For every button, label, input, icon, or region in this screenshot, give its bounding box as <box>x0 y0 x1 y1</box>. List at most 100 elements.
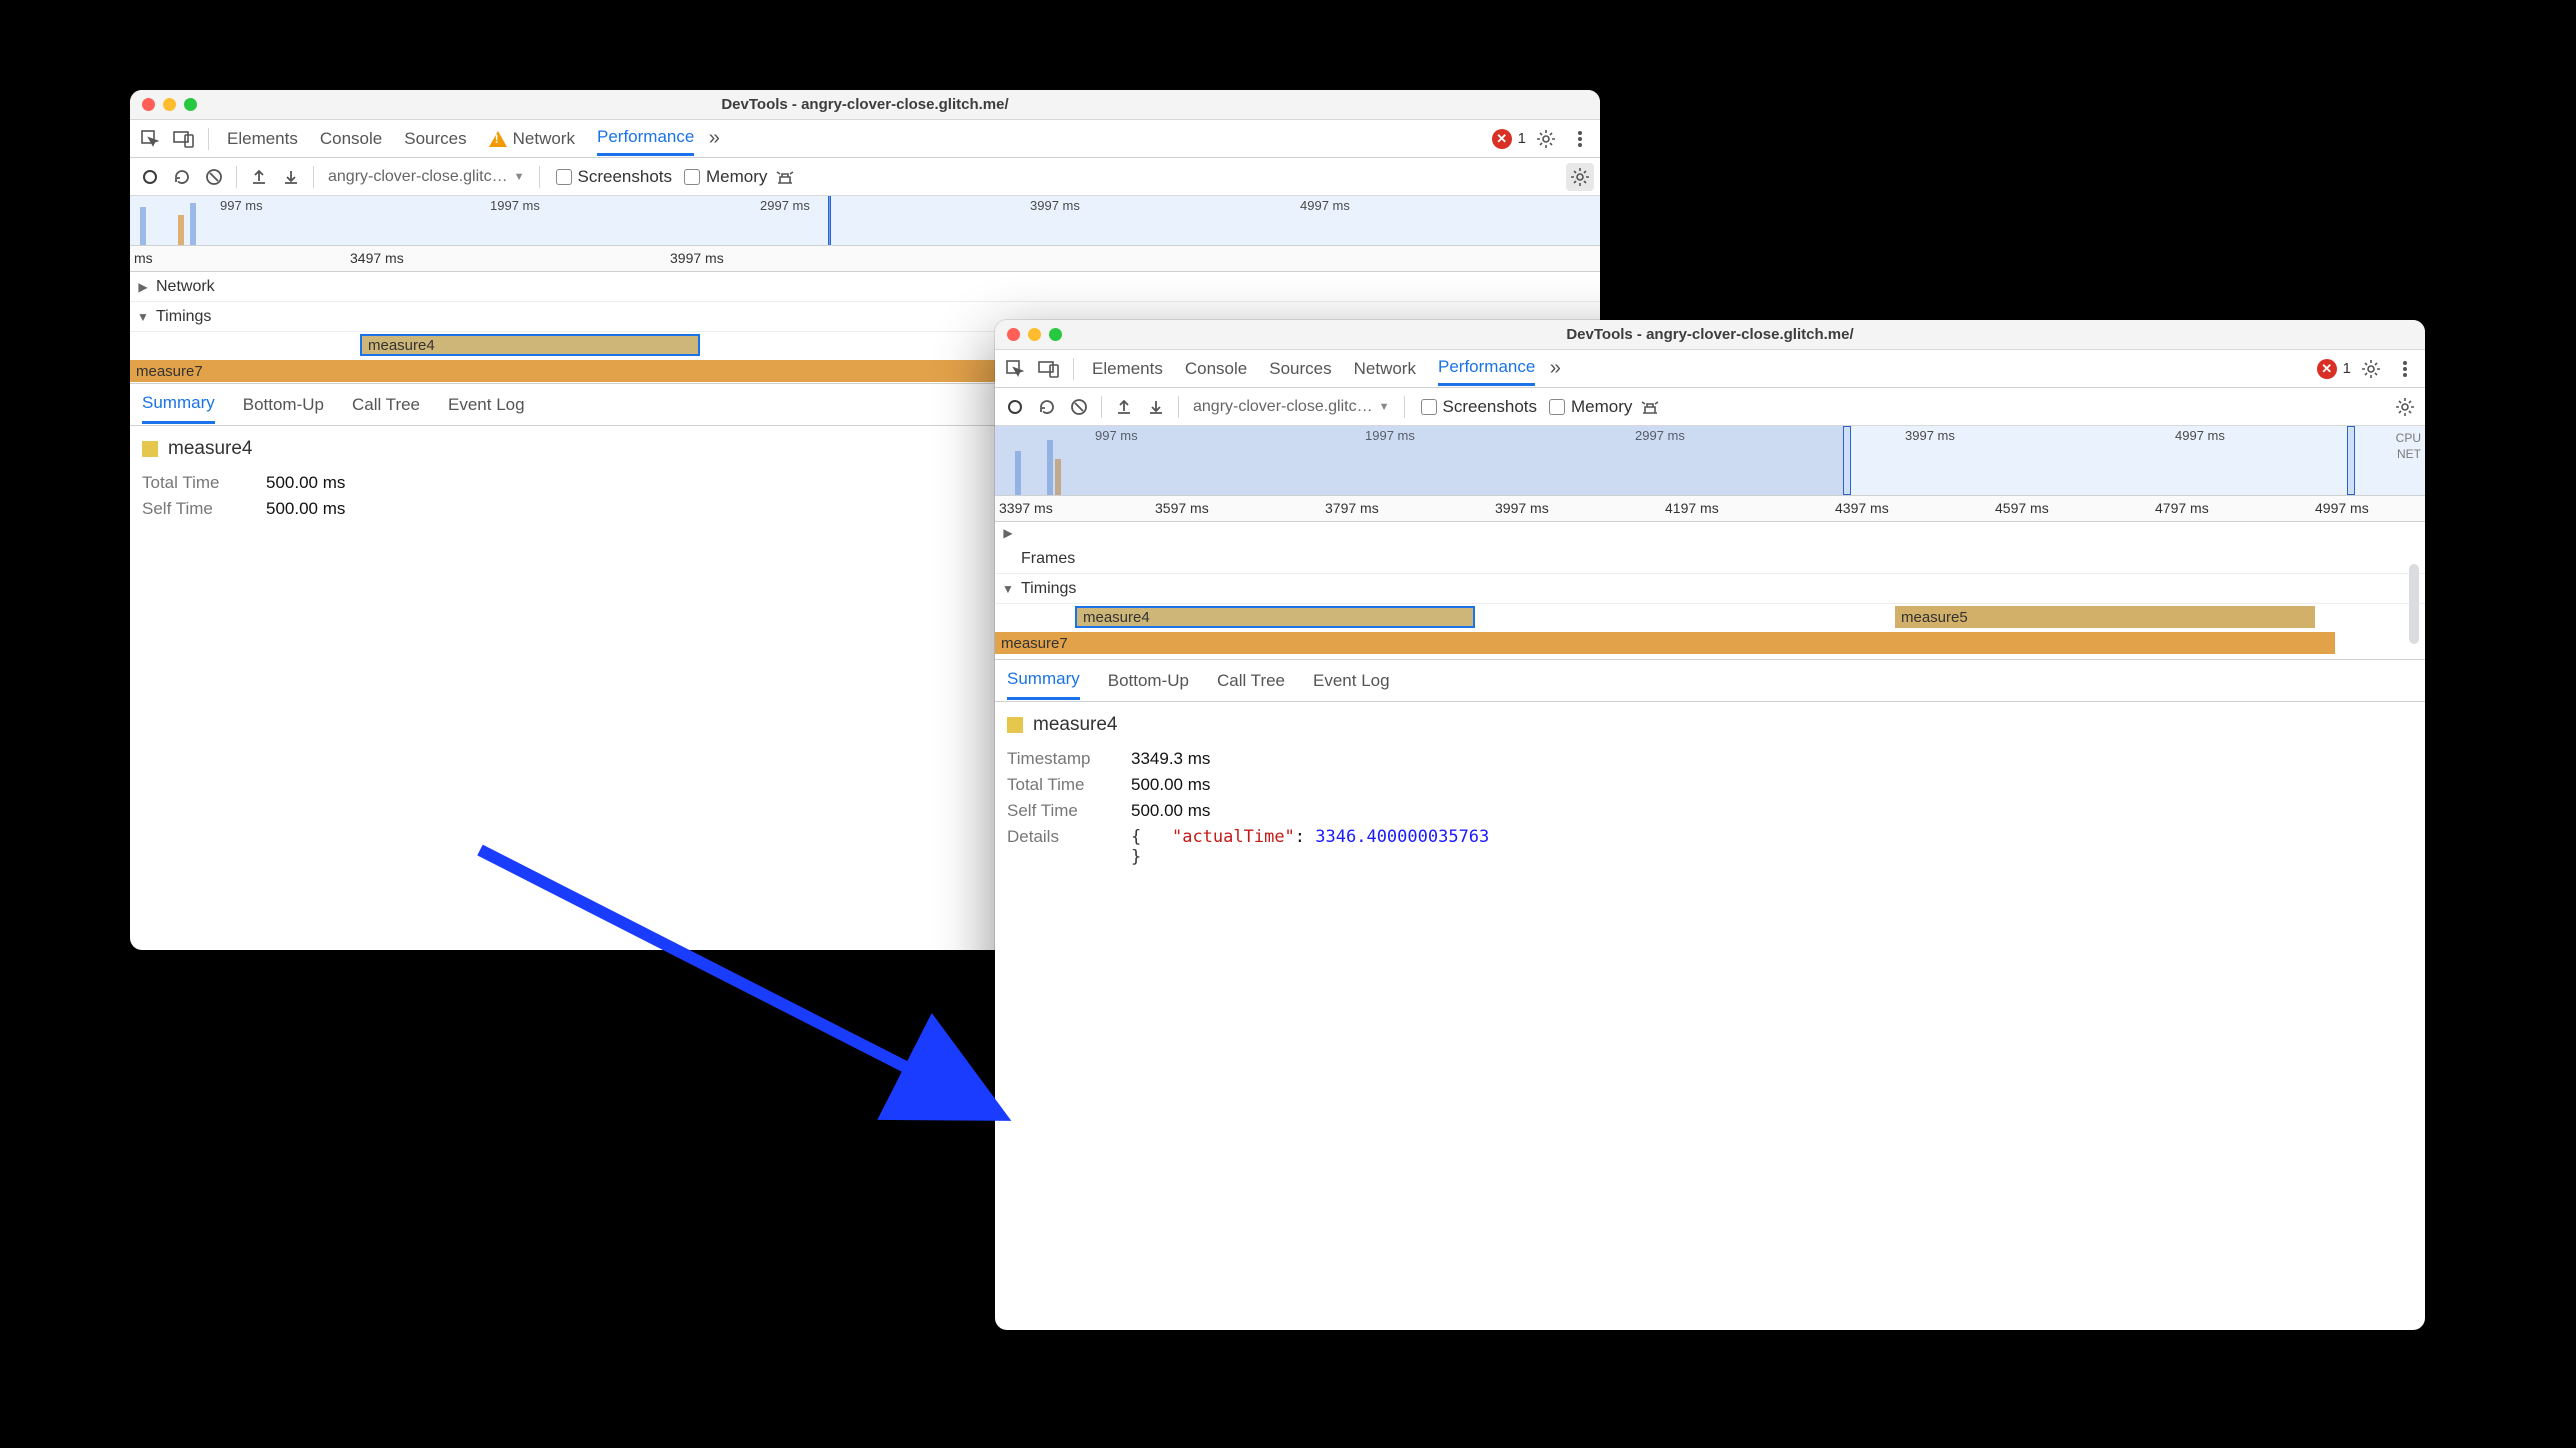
clear-button[interactable] <box>200 163 228 191</box>
overview-lane-labels: CPU NET <box>2396 430 2421 462</box>
ruler-tick: 4197 ms <box>1665 500 1719 516</box>
profile-selector[interactable]: angry-clover-close.glitc… ▼ <box>1187 398 1396 416</box>
upload-profile-button[interactable] <box>1110 393 1138 421</box>
ruler-tick: 3397 ms <box>999 500 1053 516</box>
tab-performance[interactable]: Performance <box>597 121 694 156</box>
tab-elements[interactable]: Elements <box>1092 351 1163 386</box>
capture-settings-button[interactable] <box>1566 163 1594 191</box>
memory-toggle[interactable]: Memory <box>684 167 767 187</box>
measure-selected[interactable]: measure4 <box>360 334 700 356</box>
collect-garbage-button[interactable] <box>771 163 799 191</box>
time-ruler[interactable]: 3397 ms 3597 ms 3797 ms 3997 ms 4197 ms … <box>995 496 2425 522</box>
traffic-lights <box>1007 328 1062 341</box>
summary-row: Timestamp 3349.3 ms <box>1007 746 2413 772</box>
cpu-label: CPU <box>2396 430 2421 446</box>
overview-tick: 1997 ms <box>490 198 540 213</box>
tab-sources[interactable]: Sources <box>1269 351 1331 386</box>
kebab-menu-icon[interactable] <box>1566 125 1594 153</box>
tab-console[interactable]: Console <box>320 121 382 156</box>
overview-dim-left <box>995 426 1845 495</box>
flamechart[interactable]: measure4 measure5 measure7 <box>995 604 2425 660</box>
tab-summary[interactable]: Summary <box>142 385 215 424</box>
overview-tick: 3997 ms <box>1905 428 1955 443</box>
close-icon[interactable] <box>1007 328 1020 341</box>
timeline-overview[interactable]: 997 ms 1997 ms 2997 ms 3997 ms 4997 ms C… <box>995 426 2425 496</box>
track-frames-label: Frames <box>1021 550 1075 568</box>
measure-selected[interactable]: measure4 <box>1075 606 1475 628</box>
device-toggle-icon[interactable] <box>170 125 198 153</box>
device-toggle-icon[interactable] <box>1035 355 1063 383</box>
download-profile-button[interactable] <box>277 163 305 191</box>
tab-network[interactable]: Network <box>1354 351 1416 386</box>
zoom-icon[interactable] <box>1049 328 1062 341</box>
measure5[interactable]: measure5 <box>1895 606 2315 628</box>
reload-button[interactable] <box>1033 393 1061 421</box>
settings-icon[interactable] <box>1532 125 1560 153</box>
tab-bottom-up[interactable]: Bottom-Up <box>1108 663 1189 699</box>
more-tabs-icon[interactable]: » <box>700 125 728 153</box>
clear-button[interactable] <box>1065 393 1093 421</box>
separator <box>1404 396 1405 418</box>
profile-selector[interactable]: angry-clover-close.glitc… ▼ <box>322 168 531 186</box>
minimize-icon[interactable] <box>163 98 176 111</box>
tab-bottom-up[interactable]: Bottom-Up <box>243 387 324 423</box>
collect-garbage-button[interactable] <box>1636 393 1664 421</box>
error-count[interactable]: ✕ 1 <box>2317 359 2351 379</box>
overview-tick: 2997 ms <box>760 198 810 213</box>
tab-elements[interactable]: Elements <box>227 121 298 156</box>
ruler-tick: 3497 ms <box>350 250 404 266</box>
record-button[interactable] <box>1001 393 1029 421</box>
tab-event-log[interactable]: Event Log <box>1313 663 1390 699</box>
tab-call-tree[interactable]: Call Tree <box>1217 663 1285 699</box>
measure-wide[interactable]: measure7 <box>995 632 2335 654</box>
record-button[interactable] <box>136 163 164 191</box>
overview-window-handle-left[interactable] <box>1843 426 1851 495</box>
inspect-icon[interactable] <box>136 125 164 153</box>
close-icon[interactable] <box>142 98 155 111</box>
summary-key: Total Time <box>142 473 250 493</box>
tab-call-tree[interactable]: Call Tree <box>352 387 420 423</box>
more-tabs-icon[interactable]: » <box>1541 355 1569 383</box>
window-title: DevTools - angry-clover-close.glitch.me/ <box>130 96 1600 113</box>
reload-button[interactable] <box>168 163 196 191</box>
memory-toggle[interactable]: Memory <box>1549 397 1632 417</box>
window-title: DevTools - angry-clover-close.glitch.me/ <box>995 326 2425 343</box>
scrollbar-thumb[interactable] <box>2409 564 2419 644</box>
summary-details-row: Details { "actualTime": 3346.40000003576… <box>1007 824 2413 870</box>
tab-console[interactable]: Console <box>1185 351 1247 386</box>
kebab-menu-icon[interactable] <box>2391 355 2419 383</box>
time-ruler[interactable]: ms 3497 ms 3997 ms <box>130 246 1600 272</box>
chevron-down-icon: ▼ <box>1379 401 1390 413</box>
download-profile-button[interactable] <box>1142 393 1170 421</box>
track-network-header[interactable]: ▶ . <box>995 522 2425 544</box>
tab-summary[interactable]: Summary <box>1007 661 1080 700</box>
screenshots-toggle[interactable]: Screenshots <box>1421 397 1538 417</box>
track-timings-header[interactable]: ▼ Timings <box>995 574 2425 604</box>
error-count[interactable]: ✕ 1 <box>1492 129 1526 149</box>
ruler-tick: 3997 ms <box>670 250 724 266</box>
tab-event-log[interactable]: Event Log <box>448 387 525 423</box>
warning-icon <box>489 131 507 147</box>
tab-sources[interactable]: Sources <box>404 121 466 156</box>
screenshots-toggle[interactable]: Screenshots <box>556 167 673 187</box>
screenshots-label: Screenshots <box>578 167 673 187</box>
summary-key: Timestamp <box>1007 749 1115 769</box>
inspect-icon[interactable] <box>1001 355 1029 383</box>
track-frames-header[interactable]: Frames <box>995 544 2425 574</box>
upload-profile-button[interactable] <box>245 163 273 191</box>
timeline-overview[interactable]: 997 ms 1997 ms 2997 ms 3997 ms 4997 ms <box>130 196 1600 246</box>
measure-label: measure5 <box>1901 609 1968 626</box>
perf-toolbar: angry-clover-close.glitc… ▼ Screenshots … <box>130 158 1600 196</box>
capture-settings-button[interactable] <box>2391 393 2419 421</box>
tab-network[interactable]: Network <box>489 121 575 156</box>
track-network-header[interactable]: ▶ Network <box>130 272 1600 302</box>
zoom-icon[interactable] <box>184 98 197 111</box>
tab-performance[interactable]: Performance <box>1438 351 1535 386</box>
traffic-lights <box>142 98 197 111</box>
overview-window-handle-right[interactable] <box>2347 426 2355 495</box>
summary-value: 500.00 ms <box>1131 775 1210 795</box>
settings-icon[interactable] <box>2357 355 2385 383</box>
minimize-icon[interactable] <box>1028 328 1041 341</box>
overview-window-handle[interactable] <box>828 196 831 245</box>
disclosure-right-icon: ▶ <box>1001 526 1015 540</box>
